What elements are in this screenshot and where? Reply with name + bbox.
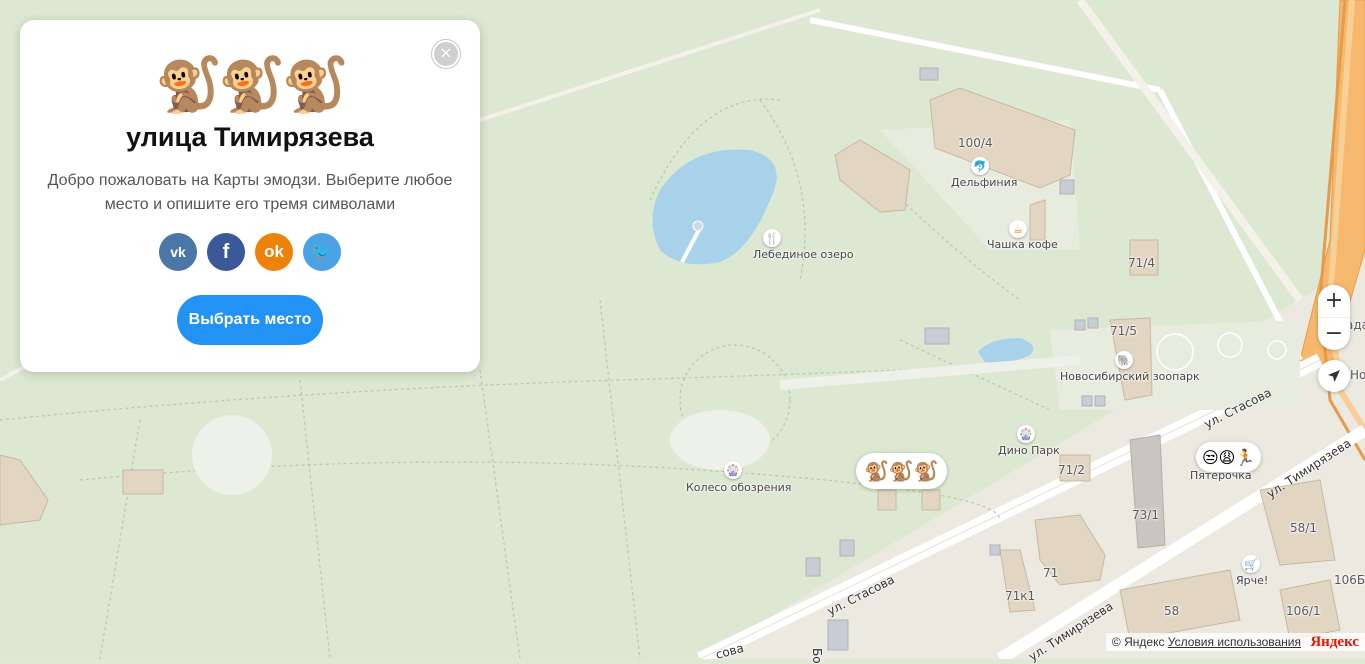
label-dino-park[interactable]: Дино Парк — [998, 444, 1060, 457]
shopping-cart-icon[interactable]: 🛒 — [1242, 555, 1260, 573]
building-number: 100/4 — [958, 136, 993, 150]
emoji-marker-faces[interactable]: 😒😩🏃 — [1196, 442, 1262, 472]
zoom-in-button[interactable]: + — [1318, 285, 1350, 317]
edge-label: Но — [1350, 368, 1365, 382]
social-share-bar: vk f ok 🐦 — [20, 233, 480, 271]
facebook-share-button[interactable]: f — [207, 233, 245, 271]
copyright-bar: © Яндекс Условия использования Яндекс — [1105, 633, 1365, 651]
building-number: 71/4 — [1128, 256, 1155, 270]
emoji-marker-monkeys[interactable]: 🐒🐒🐒 — [856, 453, 947, 489]
label-dolphinarium[interactable]: Дельфиния — [951, 176, 1017, 189]
zoo-icon[interactable]: 🐘 — [1115, 351, 1133, 369]
street-label: Бо — [810, 648, 824, 664]
odnoklassniki-share-button[interactable]: ok — [255, 233, 293, 271]
dolphin-icon[interactable]: 🐬 — [971, 157, 989, 175]
label-zoo[interactable]: Новосибирский зоопарк — [1060, 370, 1200, 383]
zoom-control: + − — [1318, 285, 1350, 350]
choose-place-button[interactable]: Выбрать место — [177, 295, 323, 345]
label-lake[interactable]: Лебединое озеро — [753, 248, 854, 261]
building-number: 58/1 — [1290, 521, 1317, 535]
building-number: 73/1 — [1132, 508, 1159, 522]
emoji-summary: 🐒🐒🐒 — [155, 53, 349, 116]
vk-share-button[interactable]: vk — [159, 233, 197, 271]
label-yarche[interactable]: Ярче! — [1236, 574, 1268, 587]
building-number: 71 — [1043, 566, 1059, 580]
label-ferris-wheel[interactable]: Колесо обозрения — [686, 481, 791, 494]
building-number: 106/1 — [1286, 604, 1321, 618]
terms-link[interactable]: Условия использования — [1168, 635, 1301, 649]
coffee-icon[interactable]: ☕ — [1009, 220, 1027, 238]
yandex-logo[interactable]: Яндекс — [1310, 634, 1359, 650]
location-arrow-icon — [1328, 370, 1340, 382]
welcome-card: × 🐒🐒🐒 улица Тимирязева Добро пожаловать … — [20, 20, 480, 372]
copyright-text: © Яндекс — [1111, 635, 1165, 649]
twitter-share-button[interactable]: 🐦 — [303, 233, 341, 271]
ferris-wheel-icon[interactable]: 🎡 — [724, 461, 742, 479]
building-number: 71/2 — [1058, 463, 1085, 477]
building-number: 58 — [1164, 604, 1180, 618]
building-number: 71к1 — [1005, 589, 1036, 603]
building-number: 71/5 — [1110, 324, 1137, 338]
label-cafe[interactable]: Чашка кофе — [987, 238, 1058, 251]
close-button[interactable]: × — [432, 40, 460, 68]
zoom-out-button[interactable]: − — [1318, 317, 1350, 350]
ferris-wheel-icon[interactable]: 🎡 — [1017, 425, 1035, 443]
geolocation-button[interactable] — [1318, 360, 1350, 392]
welcome-description: Добро пожаловать на Карты эмодзи. Выбери… — [47, 172, 453, 213]
place-title: улица Тимирязева — [126, 122, 374, 152]
building-number: 106Б — [1334, 573, 1365, 587]
restaurant-icon[interactable]: 🍴 — [763, 229, 781, 247]
